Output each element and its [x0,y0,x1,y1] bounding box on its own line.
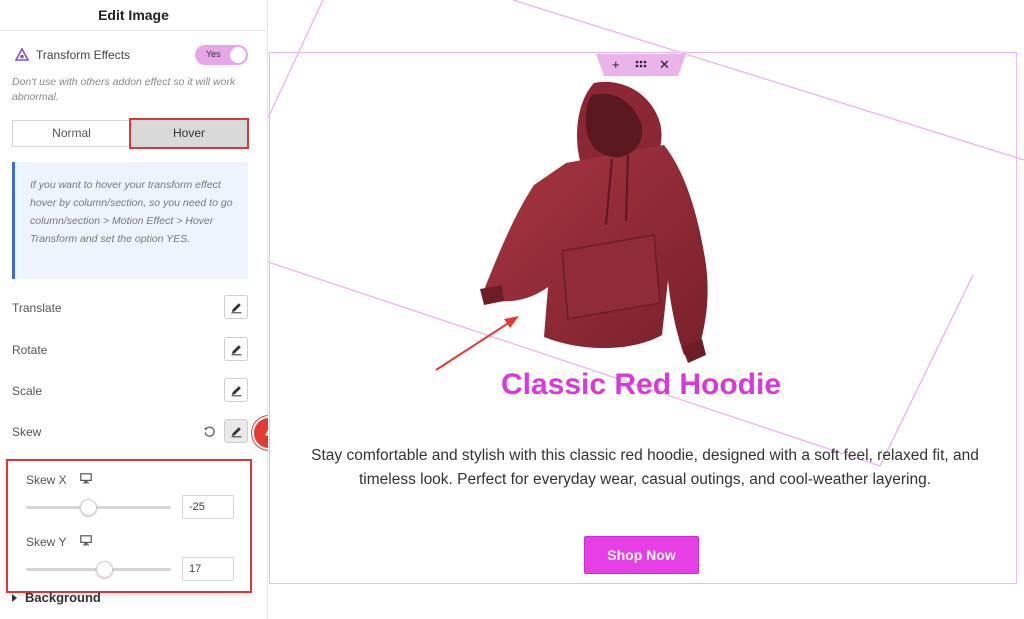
skew-x-slider-handle[interactable] [80,499,98,516]
rotate-label: Rotate [12,343,48,357]
pencil-icon [231,427,242,438]
scale-edit-button[interactable] [224,378,248,402]
panel-title: Edit Image [0,0,267,31]
skew-label: Skew [12,425,42,439]
translate-control: Translate [12,295,248,321]
desktop-icon[interactable] [80,473,92,484]
skew-y-slider-handle[interactable] [96,561,114,578]
transform-effects-toggle[interactable]: Yes [195,45,248,65]
skew-x-label: Skew X [26,473,67,487]
skew-x-slider[interactable] [26,499,171,516]
annotation-arrow [435,316,519,371]
background-section-toggle[interactable]: Background [12,590,101,605]
hover-info-box: If you want to hover your transform effe… [12,162,248,279]
pencil-icon [231,303,242,314]
translate-edit-button[interactable] [224,295,248,319]
toggle-text: Yes [206,49,221,59]
skew-y-slider[interactable] [26,561,171,578]
scale-control: Scale [12,378,248,404]
toggle-knob [230,47,246,63]
transform-effects-row: Transform Effects Yes [12,45,252,67]
editor-canvas: + ✕ Classic Red Hoodie Stay comfortable … [268,0,1024,619]
tab-hover[interactable]: Hover [129,118,249,149]
skew-y-input[interactable] [182,557,234,581]
addon-warning-hint: Don't use with others addon effect so it… [12,76,236,103]
addon-logo-icon [15,48,29,61]
pencil-icon [231,345,242,356]
skew-popover: Skew X Skew Y [6,459,252,593]
rotate-edit-button[interactable] [224,337,248,361]
skew-edit-button[interactable] [224,419,248,443]
skew-control: Skew [12,419,248,445]
transform-effects-label: Transform Effects [36,48,131,62]
tab-normal[interactable]: Normal [12,120,131,147]
pencil-icon [231,386,242,397]
scale-label: Scale [12,384,43,398]
desktop-icon[interactable] [80,535,92,546]
editor-panel: Edit Image Transform Effects Yes Don't u… [0,0,268,619]
state-tabs: Normal Hover [12,118,249,149]
translate-label: Translate [12,301,62,315]
reset-icon[interactable] [203,425,216,438]
skew-x-input[interactable] [182,495,234,519]
background-section-label: Background [25,590,101,605]
caret-right-icon [12,594,17,602]
rotate-control: Rotate [12,337,248,363]
skew-y-label: Skew Y [26,535,67,549]
